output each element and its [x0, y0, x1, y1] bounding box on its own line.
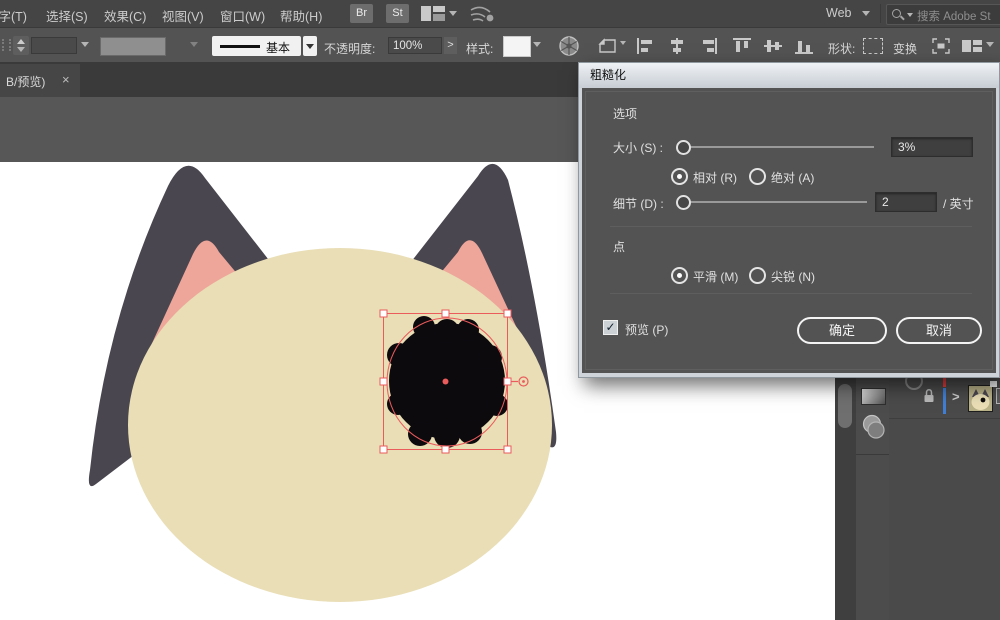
detail-value-field[interactable]: 2	[875, 192, 937, 212]
preview-label[interactable]: 预览 (P)	[625, 321, 668, 338]
layer-bar-blue	[943, 388, 946, 414]
brush-definition-chevron[interactable]	[303, 36, 317, 56]
points-group-label: 点	[613, 238, 625, 255]
shape-label[interactable]: 形状:	[828, 40, 855, 57]
sharp-radio[interactable]	[749, 267, 766, 284]
align-right-icon[interactable]	[699, 38, 717, 54]
arrange-documents-chevron-icon[interactable]	[986, 42, 994, 47]
search-placeholder: 搜索 Adobe St	[917, 8, 991, 24]
menu-help[interactable]: 帮助(H)	[280, 6, 322, 25]
scrollbar-thumb[interactable]	[838, 384, 852, 428]
align-left-icon[interactable]	[637, 38, 655, 54]
group-divider-2b	[610, 293, 972, 294]
smooth-radio[interactable]	[671, 267, 688, 284]
stroke-weight-stepper[interactable]	[13, 36, 29, 55]
partial-page-icon	[996, 388, 1000, 404]
size-value-field[interactable]: 3%	[891, 137, 973, 157]
menu-window[interactable]: 窗口(W)	[220, 6, 265, 25]
document-setup-icon[interactable]	[598, 37, 618, 55]
workspace-name-chevron-icon[interactable]	[862, 11, 870, 16]
align-horizontal-center-icon[interactable]	[668, 38, 686, 54]
size-slider-track[interactable]	[689, 146, 874, 148]
size-label: 大小 (S) :	[613, 139, 663, 156]
lock-icon[interactable]	[923, 388, 935, 404]
align-bottom-icon[interactable]	[795, 38, 813, 54]
partial-panel-icon	[905, 378, 923, 390]
ok-button[interactable]: 确定	[797, 317, 887, 344]
dock-divider	[856, 454, 889, 455]
panel-grip[interactable]	[2, 39, 11, 51]
absolute-label[interactable]: 绝对 (A)	[771, 169, 814, 186]
layer-thumbnail[interactable]	[968, 385, 993, 412]
search-input[interactable]: 搜索 Adobe St	[886, 4, 1000, 25]
layer-selection-marker	[990, 381, 997, 387]
cancel-button[interactable]: 取消	[896, 317, 982, 344]
preview-checkbox[interactable]: ✓	[603, 320, 618, 335]
roughen-dialog[interactable]: 粗糙化 选项 大小 (S) : 3% 相对 (R) 绝对 (A) 细节 (D) …	[578, 62, 1000, 378]
style-label[interactable]: 样式:	[466, 40, 493, 57]
gradient-panel-icon[interactable]	[861, 388, 886, 405]
control-bar: 基本 不透明度: 100% > 样式:	[0, 27, 1000, 63]
opacity-label[interactable]: 不透明度:	[324, 40, 375, 57]
arrange-documents-icon[interactable]	[962, 38, 982, 54]
isolate-selected-icon[interactable]	[932, 38, 950, 54]
tab-close-icon[interactable]: ×	[62, 72, 70, 87]
sharp-label[interactable]: 尖锐 (N)	[771, 268, 815, 285]
illustrator-window: 文字(T) 选择(S) 效果(C) 视图(V) 窗口(W) 帮助(H) Br S…	[0, 0, 1000, 620]
menu-bar: 文字(T) 选择(S) 效果(C) 视图(V) 窗口(W) 帮助(H) Br S…	[0, 0, 1000, 27]
stroke-weight-field[interactable]	[31, 37, 77, 54]
search-icon-handle	[900, 15, 905, 20]
symbols-panel-icon[interactable]	[860, 413, 886, 441]
detail-slider-knob[interactable]	[676, 195, 691, 210]
document-setup-chevron-icon[interactable]	[620, 41, 626, 45]
group-divider-1	[610, 226, 972, 227]
opacity-field[interactable]: 100%	[388, 37, 442, 54]
gpu-performance-icon[interactable]	[468, 3, 496, 25]
opacity-more-button[interactable]: >	[444, 37, 457, 54]
stroke-weight-chevron-icon[interactable]	[81, 42, 89, 47]
workspace-chevron-icon[interactable]	[449, 11, 457, 16]
layer-row[interactable]: >	[889, 378, 1000, 419]
layer-tick-red	[943, 378, 946, 387]
brush-definition-dropdown[interactable]: 基本	[212, 36, 301, 56]
menu-effect[interactable]: 效果(C)	[104, 6, 146, 25]
detail-slider-track[interactable]	[689, 201, 867, 203]
absolute-radio[interactable]	[749, 168, 766, 185]
bridge-button[interactable]: Br	[350, 4, 373, 23]
shape-marquee-icon[interactable]	[863, 38, 883, 54]
smooth-label[interactable]: 平滑 (M)	[693, 268, 738, 285]
relative-label[interactable]: 相对 (R)	[693, 169, 737, 186]
variable-width-swatch[interactable]	[100, 37, 166, 56]
dialog-title-bar[interactable]: 粗糙化	[579, 63, 999, 88]
cat-face	[128, 248, 552, 602]
size-slider-knob[interactable]	[676, 140, 691, 155]
align-vertical-center-icon[interactable]	[764, 38, 782, 54]
brush-definition-label: 基本	[266, 39, 290, 56]
relative-radio[interactable]	[671, 168, 688, 185]
brush-stroke-preview	[220, 45, 260, 48]
menu-view[interactable]: 视图(V)	[162, 6, 204, 25]
options-group-label: 选项	[613, 105, 637, 122]
detail-unit-label: / 英寸	[943, 195, 974, 212]
menubar-divider	[880, 4, 881, 23]
layer-expand-chevron-icon[interactable]: >	[952, 389, 960, 404]
workspace-name[interactable]: Web	[826, 6, 851, 20]
dialog-body: 选项 大小 (S) : 3% 相对 (R) 绝对 (A) 细节 (D) : 2 …	[582, 88, 996, 373]
style-chevron-icon[interactable]	[533, 42, 541, 47]
transform-label[interactable]: 变换	[893, 40, 917, 57]
menu-select[interactable]: 选择(S)	[46, 6, 88, 25]
detail-label: 细节 (D) :	[613, 195, 664, 212]
document-tab-title: B/预览)	[6, 73, 45, 90]
document-tab[interactable]: B/预览) ×	[0, 64, 80, 97]
variable-width-chevron-icon[interactable]	[190, 42, 198, 47]
align-top-icon[interactable]	[733, 38, 751, 54]
stock-button[interactable]: St	[386, 4, 409, 23]
workspace-switcher-icon[interactable]	[421, 6, 445, 21]
recolor-artwork-icon[interactable]	[558, 35, 580, 57]
selection-center-point[interactable]	[443, 379, 449, 385]
style-swatch[interactable]	[503, 36, 531, 57]
search-scope-chevron-icon	[907, 13, 913, 17]
menu-type[interactable]: 文字(T)	[0, 6, 27, 25]
